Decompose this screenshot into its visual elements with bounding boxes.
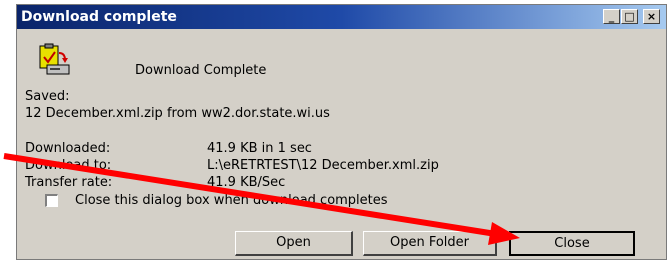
- close-when-done-label[interactable]: Close this dialog box when download comp…: [75, 193, 388, 208]
- close-when-done-checkbox[interactable]: [45, 194, 58, 207]
- transfer-rate-value: 41.9 KB/Sec: [207, 175, 286, 190]
- minimize-button[interactable]: _: [603, 9, 620, 24]
- download-to-label: Download to:: [25, 158, 112, 173]
- open-folder-button[interactable]: Open Folder: [363, 231, 497, 256]
- download-clipboard-icon: [39, 43, 70, 75]
- dialog-title: Download complete: [21, 9, 177, 25]
- downloaded-value: 41.9 KB in 1 sec: [207, 141, 312, 156]
- download-complete-dialog: Download complete _ □ × Download Complet…: [16, 4, 667, 260]
- maximize-button[interactable]: □: [621, 9, 638, 24]
- download-complete-message: Download Complete: [135, 63, 267, 78]
- close-window-button[interactable]: ×: [643, 9, 660, 24]
- open-button[interactable]: Open: [235, 231, 353, 256]
- title-bar[interactable]: Download complete _ □ ×: [17, 5, 666, 29]
- saved-label: Saved:: [25, 89, 70, 104]
- transfer-rate-label: Transfer rate:: [25, 175, 113, 190]
- saved-value: 12 December.xml.zip from ww2.dor.state.w…: [25, 106, 330, 121]
- download-to-value: L:\eRETRTEST\12 December.xml.zip: [207, 158, 439, 173]
- downloaded-label: Downloaded:: [25, 141, 111, 156]
- close-button[interactable]: Close: [509, 231, 635, 256]
